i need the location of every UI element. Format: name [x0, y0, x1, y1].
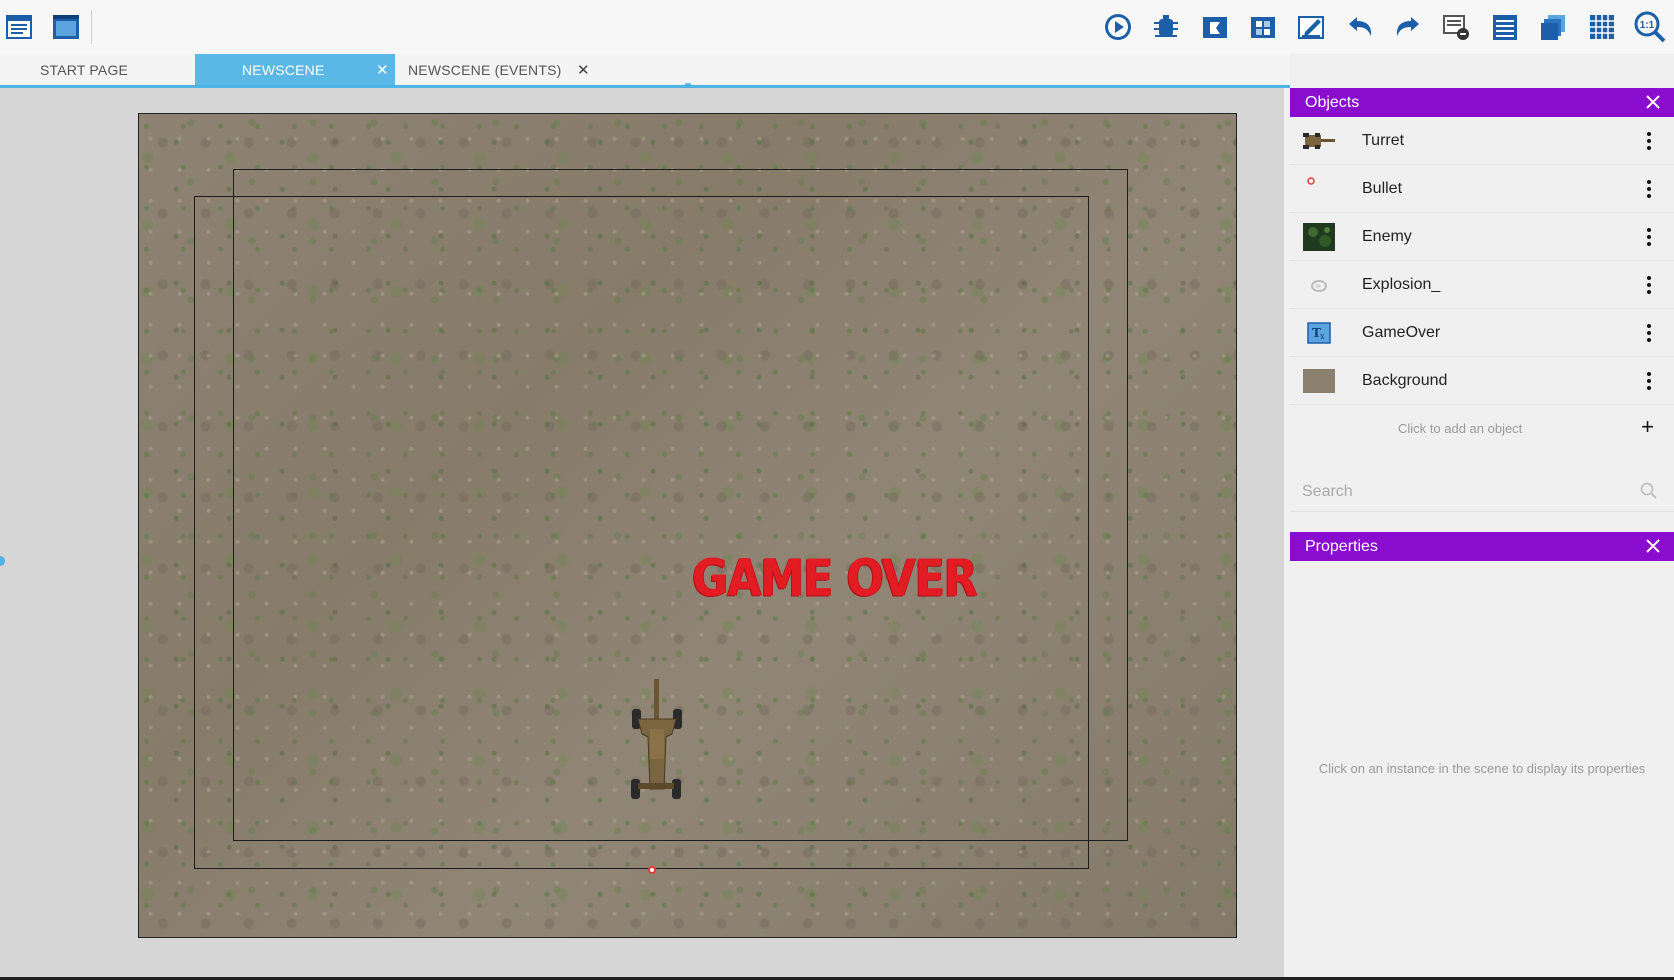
explosion-thumb-icon	[1303, 269, 1335, 301]
tab-start-page[interactable]: START PAGE	[0, 54, 195, 85]
objects-panel-header: Objects	[1290, 88, 1674, 117]
close-objects-panel-icon[interactable]	[1644, 93, 1662, 111]
toolbar-separator	[91, 10, 92, 44]
object-label: GameOver	[1362, 323, 1441, 341]
properties-panel-title: Properties	[1305, 537, 1378, 555]
layers-icon[interactable]	[1488, 10, 1522, 44]
tab-label: NEWSCENE	[242, 61, 325, 78]
object-item-gameover[interactable]: Tx GameOver	[1290, 309, 1674, 357]
bullet-thumb-icon	[1303, 173, 1335, 205]
close-properties-panel-icon[interactable]	[1644, 537, 1662, 555]
game-over-instance[interactable]: GAME OVER	[692, 550, 978, 619]
add-object-plus-icon[interactable]: +	[1641, 414, 1654, 440]
tab-newscene-events[interactable]: NEWSCENE (EVENTS) ✕	[395, 54, 605, 85]
tab-label: START PAGE	[40, 61, 129, 78]
add-object-label: Click to add an object	[1398, 421, 1523, 436]
scene-editor-canvas[interactable]: GAME OVER	[0, 88, 1284, 977]
object-item-turret[interactable]: Turret	[1290, 117, 1674, 165]
bullet-instance[interactable]	[648, 866, 656, 874]
object-label: Bullet	[1362, 179, 1403, 197]
turret-thumb-icon	[1303, 125, 1335, 157]
debug-icon[interactable]	[1149, 10, 1183, 44]
start-page-icon[interactable]	[49, 10, 83, 44]
tab-close-icon[interactable]: ✕	[577, 61, 590, 79]
tab-label: NEWSCENE (EVENTS)	[408, 61, 562, 78]
edit-scene-properties-icon[interactable]	[1294, 10, 1328, 44]
svg-text:x: x	[1320, 332, 1325, 341]
right-panels: Objects Turret Bullet Enemy Explosion_ T…	[1290, 88, 1674, 977]
object-menu-icon[interactable]	[1644, 225, 1654, 249]
properties-panel-header: Properties	[1290, 532, 1674, 561]
object-item-bullet[interactable]: Bullet	[1290, 165, 1674, 213]
tab-bar: START PAGE NEWSCENE ✕ NEWSCENE (EVENTS) …	[0, 54, 1290, 93]
object-label: Background	[1362, 371, 1448, 389]
objects-panel-title: Objects	[1305, 93, 1360, 111]
object-label: Enemy	[1362, 227, 1412, 245]
tab-close-icon[interactable]: ✕	[376, 61, 389, 79]
object-item-background[interactable]: Background	[1290, 357, 1674, 405]
object-menu-icon[interactable]	[1644, 273, 1654, 297]
zoom-icon[interactable]: 1:1	[1633, 10, 1667, 44]
layers-stack-icon[interactable]	[1536, 10, 1570, 44]
zoom-label: 1:1	[1640, 20, 1655, 31]
add-object-row[interactable]: Click to add an object +	[1290, 406, 1674, 450]
object-search-row	[1290, 472, 1674, 512]
preview-icon[interactable]	[1101, 10, 1135, 44]
grid-icon[interactable]	[1585, 10, 1619, 44]
tab-newscene[interactable]: NEWSCENE ✕	[195, 54, 395, 85]
scene-background-instance[interactable]: GAME OVER	[138, 113, 1237, 938]
project-manager-icon[interactable]	[2, 10, 36, 44]
properties-empty-message: Click on an instance in the scene to dis…	[1318, 761, 1646, 776]
object-label: Turret	[1362, 131, 1405, 149]
object-editor-icon[interactable]	[1198, 10, 1232, 44]
object-menu-icon[interactable]	[1644, 129, 1654, 153]
redo-icon[interactable]	[1391, 10, 1425, 44]
text-object-thumb-icon: Tx	[1303, 317, 1335, 349]
object-search-input[interactable]	[1300, 478, 1624, 506]
vertical-scroll-handle[interactable]	[0, 556, 5, 566]
enemy-thumb-icon	[1303, 221, 1335, 253]
background-thumb-icon	[1303, 365, 1335, 397]
undo-icon[interactable]	[1343, 10, 1377, 44]
turret-instance[interactable]	[628, 679, 688, 809]
toolbar: 1:1	[0, 0, 1674, 54]
object-menu-icon[interactable]	[1644, 177, 1654, 201]
instance-list-icon[interactable]	[1439, 10, 1473, 44]
search-icon[interactable]	[1640, 482, 1658, 505]
object-menu-icon[interactable]	[1644, 321, 1654, 345]
object-menu-icon[interactable]	[1644, 369, 1654, 393]
object-item-enemy[interactable]: Enemy	[1290, 213, 1674, 261]
object-groups-icon[interactable]	[1246, 10, 1280, 44]
object-item-explosion[interactable]: Explosion_	[1290, 261, 1674, 309]
object-label: Explosion_	[1362, 275, 1441, 293]
